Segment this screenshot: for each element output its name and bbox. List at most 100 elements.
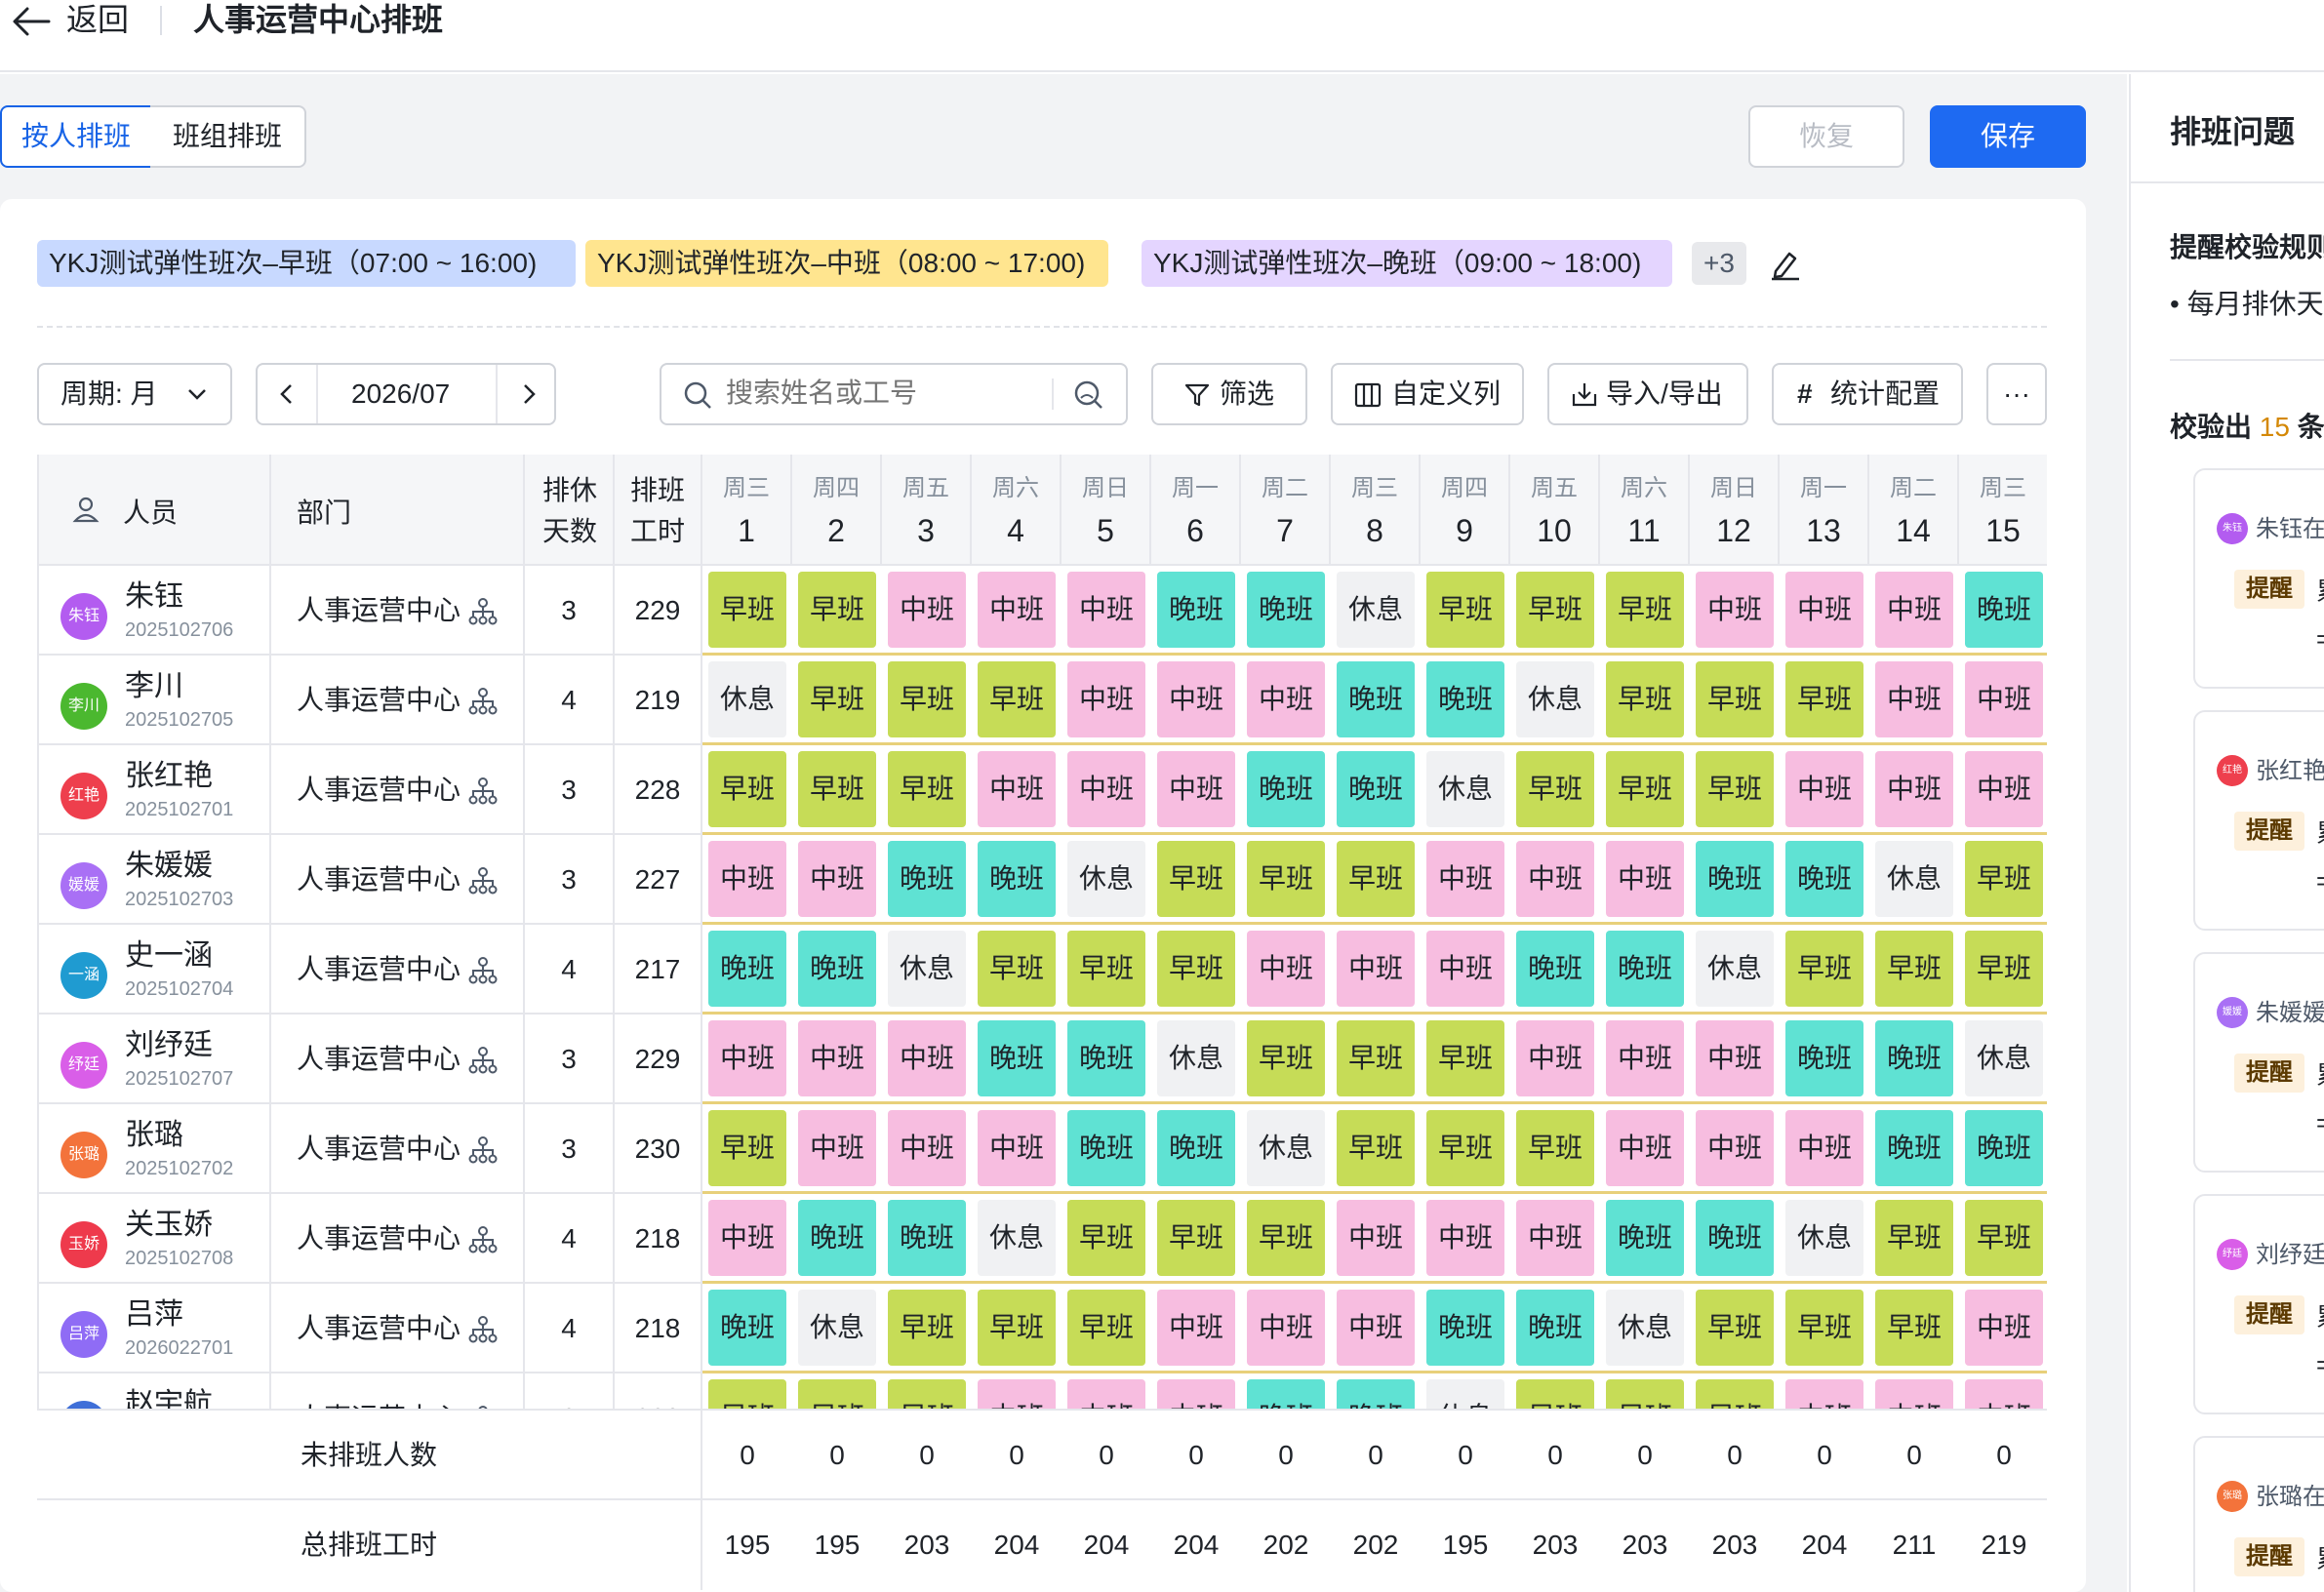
- shift-cell[interactable]: 早班: [888, 661, 966, 737]
- shift-cell[interactable]: 晚班: [1785, 841, 1863, 917]
- shift-cell[interactable]: 晚班: [1247, 572, 1325, 648]
- shift-cell[interactable]: 早班: [1606, 751, 1684, 827]
- shift-cell[interactable]: 早班: [1965, 841, 2043, 917]
- shift-cell[interactable]: 早班: [1067, 931, 1145, 1007]
- shift-cell[interactable]: 早班: [1606, 572, 1684, 648]
- edit-icon[interactable]: [1768, 248, 1803, 281]
- shift-cell[interactable]: 中班: [1606, 1020, 1684, 1096]
- shift-cell[interactable]: 休息: [1337, 572, 1415, 648]
- shift-cell[interactable]: 晚班: [978, 841, 1056, 917]
- issue-card[interactable]: 媛媛朱媛媛在提醒累计 =4: [2193, 952, 2324, 1173]
- person-cell[interactable]: 张璐 张璐 2025102702: [37, 1104, 271, 1194]
- shift-cell[interactable]: 晚班: [888, 841, 966, 917]
- legend-more-chip[interactable]: +3: [1692, 242, 1746, 285]
- back-arrow-icon[interactable]: [10, 4, 53, 39]
- shift-cell[interactable]: 晚班: [1067, 1020, 1145, 1096]
- shift-cell[interactable]: 中班: [1247, 1290, 1325, 1366]
- shift-cell[interactable]: 晚班: [1337, 661, 1415, 737]
- shift-cell[interactable]: 晚班: [1516, 931, 1594, 1007]
- person-cell[interactable]: 玉娇 关玉娇 2025102708: [37, 1194, 271, 1284]
- shift-cell[interactable]: 早班: [1157, 931, 1235, 1007]
- shift-cell[interactable]: 晚班: [798, 931, 876, 1007]
- shift-cell[interactable]: 早班: [1965, 931, 2043, 1007]
- tab-by-group[interactable]: 班组排班: [150, 105, 306, 168]
- shift-cell[interactable]: 早班: [1426, 1110, 1504, 1186]
- shift-cell[interactable]: 晚班: [1696, 841, 1774, 917]
- shift-cell[interactable]: 早班: [1067, 1290, 1145, 1366]
- issue-card[interactable]: 张璐张璐在 (提醒累计: [2193, 1436, 2324, 1592]
- shift-cell[interactable]: 休息: [1785, 1200, 1863, 1276]
- shift-cell[interactable]: 早班: [1426, 1020, 1504, 1096]
- custom-columns-button[interactable]: 自定义列: [1331, 363, 1524, 425]
- shift-cell[interactable]: 早班: [1247, 1020, 1325, 1096]
- person-cell[interactable]: 红艳 张红艳 2025102701: [37, 745, 271, 835]
- shift-cell[interactable]: 中班: [708, 841, 786, 917]
- shift-cell[interactable]: 早班: [978, 661, 1056, 737]
- shift-cell[interactable]: 早班: [1875, 931, 1953, 1007]
- shift-cell[interactable]: 早班: [708, 751, 786, 827]
- shift-cell[interactable]: 中班: [1247, 931, 1325, 1007]
- shift-cell[interactable]: 早班: [1337, 1020, 1415, 1096]
- shift-cell[interactable]: 中班: [1337, 931, 1415, 1007]
- shift-cell[interactable]: 中班: [798, 1020, 876, 1096]
- shift-cell[interactable]: 早班: [1696, 751, 1774, 827]
- org-structure-icon[interactable]: [468, 1315, 498, 1344]
- org-structure-icon[interactable]: [468, 1225, 498, 1254]
- shift-cell[interactable]: 中班: [708, 1020, 786, 1096]
- shift-cell[interactable]: 中班: [1965, 751, 2043, 827]
- shift-cell[interactable]: 休息: [978, 1200, 1056, 1276]
- prev-month-button[interactable]: [258, 365, 318, 423]
- shift-cell[interactable]: 中班: [1157, 1290, 1235, 1366]
- shift-cell[interactable]: 早班: [1696, 1290, 1774, 1366]
- shift-cell[interactable]: 早班: [1696, 661, 1774, 737]
- shift-cell[interactable]: 晚班: [1337, 751, 1415, 827]
- back-link[interactable]: 返回: [66, 0, 129, 39]
- shift-cell[interactable]: 中班: [1965, 661, 2043, 737]
- import-export-button[interactable]: 导入/导出: [1547, 363, 1748, 425]
- person-cell[interactable]: 李川 李川 2025102705: [37, 656, 271, 745]
- shift-cell[interactable]: 休息: [708, 661, 786, 737]
- shift-cell[interactable]: 中班: [1875, 661, 1953, 737]
- shift-cell[interactable]: 中班: [1157, 661, 1235, 737]
- save-button[interactable]: 保存: [1930, 105, 2086, 168]
- shift-cell[interactable]: 中班: [1965, 1290, 2043, 1366]
- shift-cell[interactable]: 晚班: [888, 1200, 966, 1276]
- shift-cell[interactable]: 中班: [798, 841, 876, 917]
- shift-cell[interactable]: 中班: [1067, 751, 1145, 827]
- shift-cell[interactable]: 早班: [1785, 1290, 1863, 1366]
- shift-cell[interactable]: 早班: [1516, 751, 1594, 827]
- shift-cell[interactable]: 早班: [798, 572, 876, 648]
- shift-cell[interactable]: 早班: [978, 1290, 1056, 1366]
- shift-cell[interactable]: 中班: [1247, 661, 1325, 737]
- shift-cell[interactable]: 中班: [1875, 751, 1953, 827]
- person-search-icon[interactable]: [1071, 378, 1104, 412]
- shift-cell[interactable]: 早班: [708, 572, 786, 648]
- shift-cell[interactable]: 早班: [1337, 1110, 1415, 1186]
- shift-cell[interactable]: 休息: [1426, 751, 1504, 827]
- org-structure-icon[interactable]: [468, 1046, 498, 1075]
- shift-cell[interactable]: 早班: [888, 1290, 966, 1366]
- next-month-button[interactable]: [496, 365, 556, 423]
- shift-cell[interactable]: 中班: [1067, 572, 1145, 648]
- shift-cell[interactable]: 休息: [798, 1290, 876, 1366]
- shift-cell[interactable]: 早班: [1067, 1200, 1145, 1276]
- shift-cell[interactable]: 中班: [1337, 1200, 1415, 1276]
- org-structure-icon[interactable]: [468, 776, 498, 806]
- shift-cell[interactable]: 中班: [888, 1020, 966, 1096]
- shift-cell[interactable]: 中班: [1785, 572, 1863, 648]
- issue-card[interactable]: 朱钰朱钰在 (提醒累计 =4: [2193, 468, 2324, 689]
- shift-cell[interactable]: 休息: [888, 931, 966, 1007]
- shift-cell[interactable]: 晚班: [708, 1290, 786, 1366]
- shift-cell[interactable]: 中班: [1785, 1110, 1863, 1186]
- shift-cell[interactable]: 中班: [1337, 1290, 1415, 1366]
- stats-config-button[interactable]: # 统计配置: [1772, 363, 1963, 425]
- shift-cell[interactable]: 休息: [1606, 1290, 1684, 1366]
- shift-cell[interactable]: 早班: [1426, 572, 1504, 648]
- shift-cell[interactable]: 早班: [1516, 1110, 1594, 1186]
- shift-cell[interactable]: 晚班: [1516, 1290, 1594, 1366]
- shift-cell[interactable]: 晚班: [1965, 1110, 2043, 1186]
- shift-cell[interactable]: 中班: [1516, 1200, 1594, 1276]
- org-structure-icon[interactable]: [468, 687, 498, 716]
- shift-cell[interactable]: 中班: [1067, 661, 1145, 737]
- person-cell[interactable]: 纾廷 刘纾廷 2025102707: [37, 1015, 271, 1104]
